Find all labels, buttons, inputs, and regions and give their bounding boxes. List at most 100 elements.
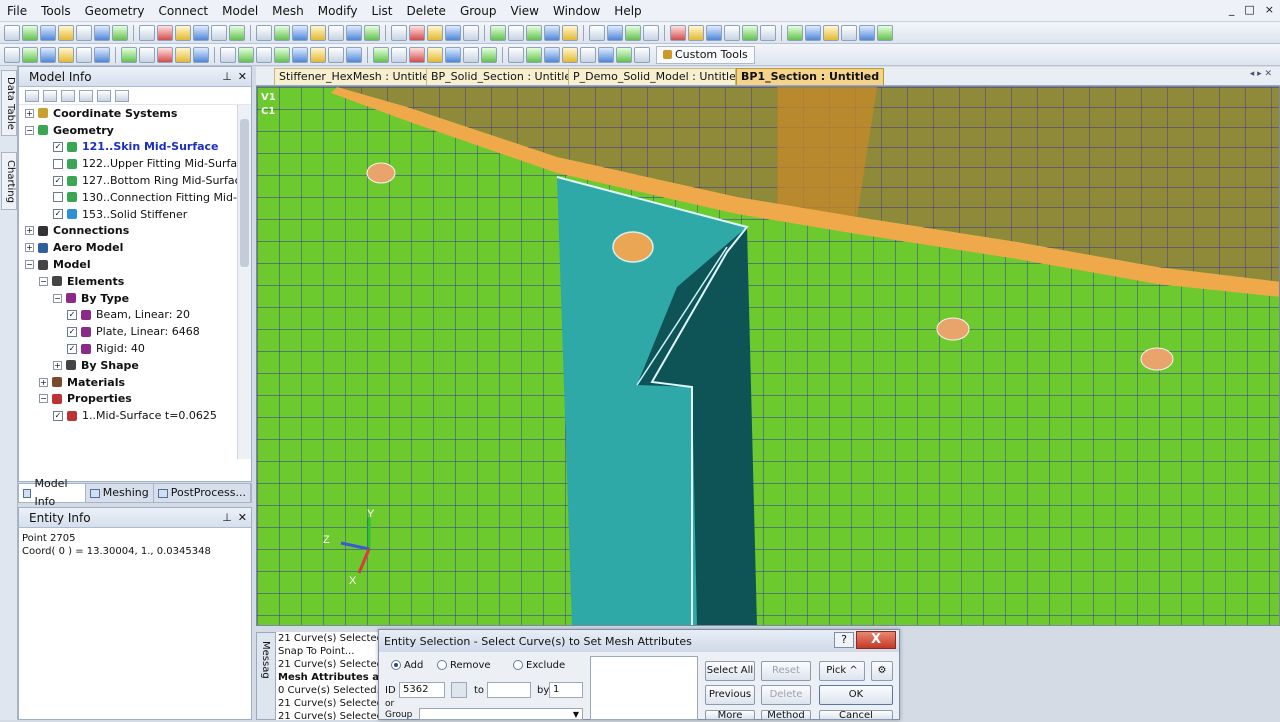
menu-mesh[interactable]: Mesh bbox=[265, 0, 311, 22]
close-panel-icon[interactable]: ✕ bbox=[238, 511, 247, 524]
select-all-button[interactable]: Select All bbox=[705, 661, 755, 681]
tb2-tool-icon-6[interactable] bbox=[94, 46, 110, 63]
tb2-tool-icon-24[interactable] bbox=[445, 46, 461, 63]
menu-delete[interactable]: Delete bbox=[400, 0, 453, 22]
show-icon[interactable] bbox=[79, 89, 93, 102]
tree-item[interactable]: + Connections bbox=[19, 223, 239, 240]
visibility-checkbox[interactable]: ✓ bbox=[53, 410, 63, 421]
add-radio[interactable]: Add bbox=[391, 660, 423, 671]
ok-button[interactable]: OK bbox=[819, 685, 893, 705]
dialog-close-button[interactable]: X bbox=[856, 631, 896, 649]
tree-item[interactable]: + Materials bbox=[19, 374, 239, 391]
doc-tab-p-demo-solid-model[interactable]: P_Demo_Solid_Model : Untitled bbox=[568, 68, 736, 85]
delete-button[interactable]: Delete bbox=[761, 685, 811, 705]
tree-item[interactable]: − Geometry bbox=[19, 122, 239, 139]
tb1-tool-icon-8[interactable] bbox=[139, 24, 155, 41]
tb1-tool-icon-30[interactable] bbox=[562, 24, 578, 41]
tb2-tool-icon-29[interactable] bbox=[544, 46, 560, 63]
minimize-button[interactable]: _ bbox=[1229, 3, 1235, 16]
tab-meshing[interactable]: Meshing bbox=[86, 484, 154, 502]
tb2-tool-icon-27[interactable] bbox=[508, 46, 524, 63]
messages-side-tab[interactable]: Messag bbox=[256, 632, 276, 720]
tb2-tool-icon-17[interactable] bbox=[310, 46, 326, 63]
tb1-tool-icon-22[interactable] bbox=[409, 24, 425, 41]
doc-tab-bp1-section[interactable]: BP1_Section : Untitled bbox=[736, 68, 885, 85]
tree-item[interactable]: + Aero Model bbox=[19, 239, 239, 256]
tb1-tool-icon-27[interactable] bbox=[508, 24, 524, 41]
tb1-tool-icon-14[interactable] bbox=[256, 24, 272, 41]
tree-item[interactable]: ✓ 121..Skin Mid-Surface bbox=[19, 139, 239, 156]
tb1-tool-icon-20[interactable] bbox=[364, 24, 380, 41]
expand-toggle-icon[interactable]: − bbox=[39, 276, 48, 286]
reset-button[interactable]: Reset bbox=[761, 661, 811, 681]
tb1-tool-icon-16[interactable] bbox=[292, 24, 308, 41]
tb2-tool-icon-22[interactable] bbox=[409, 46, 425, 63]
visibility-checkbox[interactable]: ✓ bbox=[53, 209, 63, 220]
menu-connect[interactable]: Connect bbox=[152, 0, 216, 22]
visibility-checkbox[interactable]: ✓ bbox=[67, 343, 77, 354]
tb2-tool-icon-25[interactable] bbox=[463, 46, 479, 63]
group-select[interactable]: ▼ bbox=[419, 708, 583, 720]
tb1-tool-icon-29[interactable] bbox=[544, 24, 560, 41]
side-tab-data-table[interactable]: Data Table bbox=[1, 70, 17, 136]
pin-icon[interactable]: ⊥ bbox=[222, 70, 232, 83]
tb1-tool-icon-24[interactable] bbox=[445, 24, 461, 41]
hide-icon[interactable] bbox=[97, 89, 111, 102]
exclude-radio[interactable]: Exclude bbox=[513, 660, 565, 671]
tree-item[interactable]: ✓ Plate, Linear: 6468 bbox=[19, 323, 239, 340]
doc-tab-stiffener-hexmesh[interactable]: Stiffener_HexMesh : Untitled bbox=[274, 68, 441, 85]
tb1-tool-icon-43[interactable] bbox=[823, 24, 839, 41]
tree-item[interactable]: − Model bbox=[19, 256, 239, 273]
tb1-tool-icon-9[interactable] bbox=[157, 24, 173, 41]
tb1-tool-icon-18[interactable] bbox=[328, 24, 344, 41]
visibility-checkbox[interactable]: ✓ bbox=[67, 309, 77, 320]
tab-postprocess[interactable]: PostProcess... bbox=[154, 484, 251, 502]
tb2-tool-icon-19[interactable] bbox=[346, 46, 362, 63]
expand-toggle-icon[interactable]: + bbox=[53, 360, 62, 370]
tree-item[interactable]: + Coordinate Systems bbox=[19, 105, 239, 122]
visibility-checkbox[interactable] bbox=[53, 158, 63, 169]
tb1-tool-icon-1[interactable] bbox=[4, 24, 20, 41]
tree-item[interactable]: ✓2..Mid-Surface t=0.125007 bbox=[19, 424, 239, 425]
tb1-tool-icon-19[interactable] bbox=[346, 24, 362, 41]
tb1-tool-icon-15[interactable] bbox=[274, 24, 290, 41]
tb1-tool-icon-34[interactable] bbox=[643, 24, 659, 41]
to-field[interactable] bbox=[487, 682, 531, 698]
tools-icon[interactable] bbox=[115, 89, 129, 102]
tb2-tool-icon-31[interactable] bbox=[580, 46, 596, 63]
tb2-tool-icon-20[interactable] bbox=[373, 46, 389, 63]
menu-window[interactable]: Window bbox=[546, 0, 607, 22]
tb2-tool-icon-1[interactable] bbox=[4, 46, 20, 63]
expand-toggle-icon[interactable]: − bbox=[25, 125, 34, 135]
expand-toggle-icon[interactable]: + bbox=[25, 226, 34, 236]
tb1-tool-icon-13[interactable] bbox=[229, 24, 245, 41]
tb1-tool-icon-45[interactable] bbox=[859, 24, 875, 41]
visibility-checkbox[interactable]: ✓ bbox=[67, 326, 77, 337]
tb1-tool-icon-26[interactable] bbox=[490, 24, 506, 41]
tb2-tool-icon-28[interactable] bbox=[526, 46, 542, 63]
tb1-tool-icon-21[interactable] bbox=[391, 24, 407, 41]
pick-button[interactable]: Pick ^ bbox=[819, 661, 865, 681]
tb2-tool-icon-14[interactable] bbox=[256, 46, 272, 63]
menu-group[interactable]: Group bbox=[453, 0, 504, 22]
tb1-tool-icon-12[interactable] bbox=[211, 24, 227, 41]
custom-tools-button[interactable]: Custom Tools bbox=[656, 45, 755, 64]
previous-button[interactable]: Previous bbox=[705, 685, 755, 705]
tb1-tool-icon-38[interactable] bbox=[724, 24, 740, 41]
tree-scrollbar[interactable] bbox=[237, 105, 251, 459]
tree-item[interactable]: − Properties bbox=[19, 391, 239, 408]
expand-toggle-icon[interactable]: − bbox=[39, 394, 48, 404]
menu-model[interactable]: Model bbox=[215, 0, 265, 22]
tb2-tool-icon-8[interactable] bbox=[139, 46, 155, 63]
expand-toggle-icon[interactable]: − bbox=[53, 293, 62, 303]
tb2-tool-icon-4[interactable] bbox=[58, 46, 74, 63]
menu-geometry[interactable]: Geometry bbox=[78, 0, 152, 22]
tb1-tool-icon-6[interactable] bbox=[94, 24, 110, 41]
tb2-tool-icon-10[interactable] bbox=[175, 46, 191, 63]
tb1-tool-icon-28[interactable] bbox=[526, 24, 542, 41]
tree-item[interactable]: ✓ 1..Mid-Surface t=0.0625 bbox=[19, 407, 239, 424]
tb1-tool-icon-37[interactable] bbox=[706, 24, 722, 41]
graphics-viewport[interactable]: Y Z X V1 C1 bbox=[256, 86, 1280, 626]
tb2-tool-icon-26[interactable] bbox=[481, 46, 497, 63]
side-tab-charting[interactable]: Charting bbox=[1, 152, 17, 210]
